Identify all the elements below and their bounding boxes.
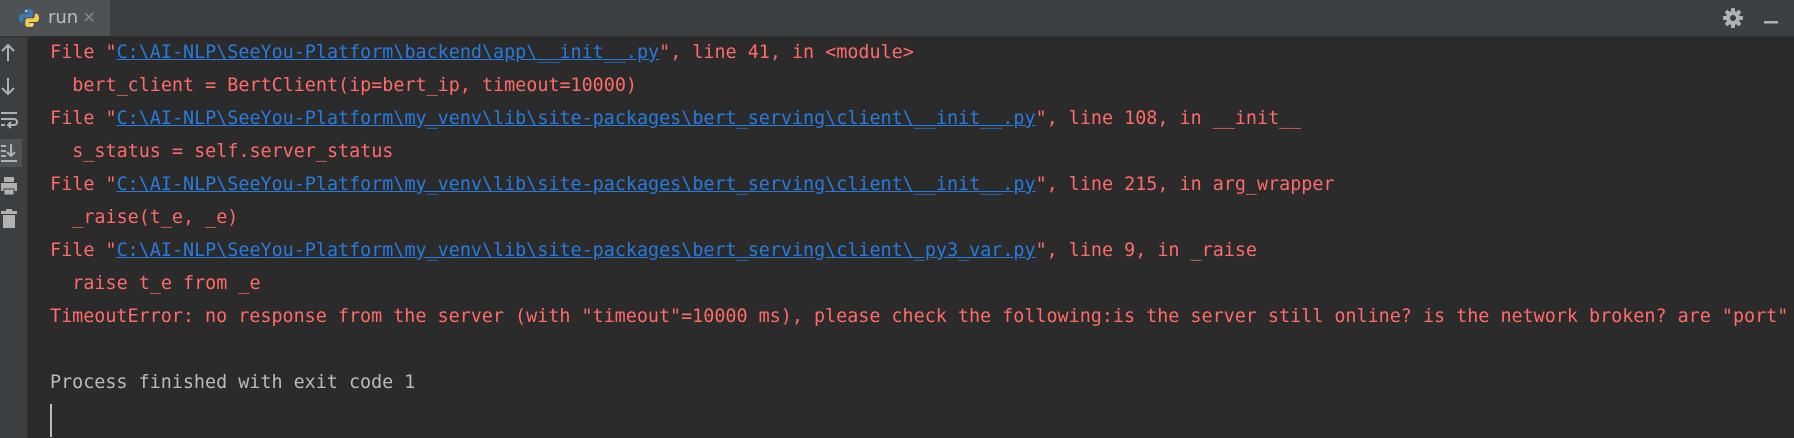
line-suffix: ", line 9, in _raise bbox=[1035, 240, 1258, 261]
soft-wrap-icon bbox=[1, 112, 18, 129]
console-toolbar bbox=[0, 37, 28, 438]
arrow-down-icon bbox=[1, 78, 15, 96]
line-prefix: File " bbox=[28, 240, 117, 261]
clear-all-button[interactable] bbox=[0, 208, 18, 230]
soft-wrap-button[interactable] bbox=[0, 109, 18, 131]
print-button[interactable] bbox=[0, 175, 18, 197]
traceback-code-line: s_status = self.server_status bbox=[28, 141, 394, 162]
traceback-file-line: File "C:\AI-NLP\SeeYou-Platform\my_venv\… bbox=[28, 169, 1335, 201]
line-suffix: ", line 108, in __init__ bbox=[1035, 108, 1302, 129]
arrow-up-icon bbox=[1, 43, 15, 61]
traceback-code-line: raise t_e from _e bbox=[28, 273, 261, 294]
traceback-file-line: File "C:\AI-NLP\SeeYou-Platform\my_venv\… bbox=[28, 235, 1257, 267]
file-path-link[interactable]: C:\AI-NLP\SeeYou-Platform\backend\app\__… bbox=[117, 42, 660, 63]
traceback-file-line: File "C:\AI-NLP\SeeYou-Platform\backend\… bbox=[28, 37, 914, 69]
scroll-to-end-icon bbox=[1, 144, 17, 162]
file-path-link[interactable]: C:\AI-NLP\SeeYou-Platform\my_venv\lib\si… bbox=[117, 174, 1036, 195]
traceback-code-line: bert_client = BertClient(ip=bert_ip, tim… bbox=[28, 75, 637, 96]
print-icon bbox=[1, 177, 17, 196]
traceback-file-line: File "C:\AI-NLP\SeeYou-Platform\my_venv\… bbox=[28, 103, 1301, 135]
tab-bar: run bbox=[0, 0, 1794, 37]
line-prefix: File " bbox=[28, 174, 117, 195]
minimize-icon[interactable] bbox=[1760, 7, 1782, 29]
line-prefix: File " bbox=[28, 42, 117, 63]
text-cursor bbox=[50, 404, 52, 437]
file-path-link[interactable]: C:\AI-NLP\SeeYou-Platform\my_venv\lib\si… bbox=[117, 240, 1036, 261]
line-suffix: ", line 41, in <module> bbox=[659, 42, 914, 63]
scroll-to-end-button[interactable] bbox=[0, 139, 22, 167]
run-tool-window: run File "C:\AI-NLP\SeeYou-Platform\back… bbox=[0, 0, 1794, 438]
tab-run[interactable]: run bbox=[0, 0, 110, 36]
line-suffix: ", line 215, in arg_wrapper bbox=[1035, 174, 1335, 195]
trash-icon bbox=[1, 209, 17, 228]
traceback-code-line: _raise(t_e, _e) bbox=[28, 207, 239, 228]
file-path-link[interactable]: C:\AI-NLP\SeeYou-Platform\my_venv\lib\si… bbox=[117, 108, 1036, 129]
gear-icon[interactable] bbox=[1722, 7, 1744, 29]
exit-code-message: Process finished with exit code 1 bbox=[50, 372, 416, 393]
line-prefix: File " bbox=[28, 108, 117, 129]
tab-label: run bbox=[48, 7, 79, 28]
python-icon bbox=[19, 9, 39, 27]
console-output[interactable]: File "C:\AI-NLP\SeeYou-Platform\backend\… bbox=[28, 37, 1794, 438]
error-message: TimeoutError: no response from the serve… bbox=[50, 306, 1794, 327]
close-icon[interactable] bbox=[82, 10, 96, 24]
up-button[interactable] bbox=[0, 42, 18, 64]
down-button[interactable] bbox=[0, 75, 18, 97]
